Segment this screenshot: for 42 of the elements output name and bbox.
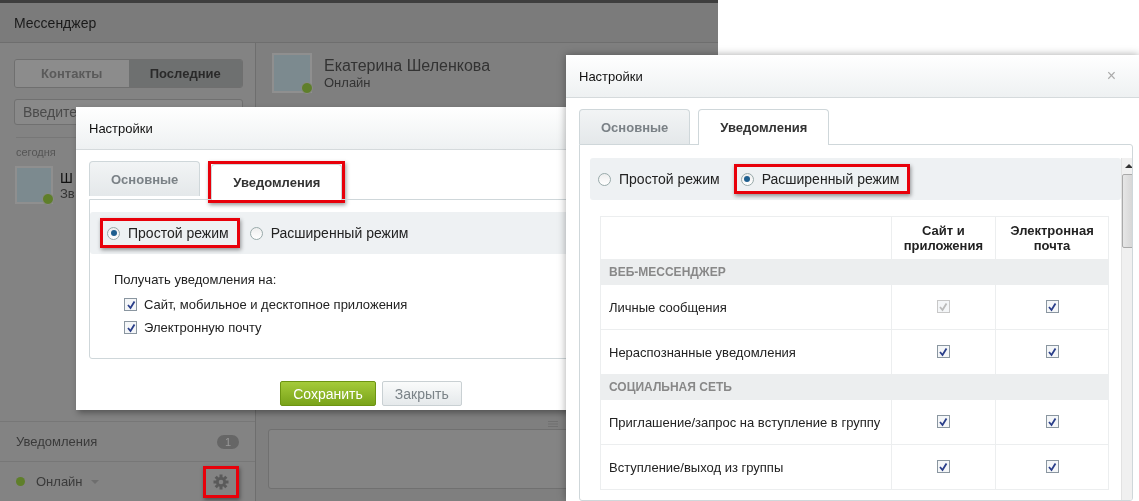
tab[interactable]: Основные (579, 109, 691, 144)
checkbox[interactable] (124, 321, 137, 334)
notifications-link[interactable]: Уведомления (16, 434, 98, 449)
radio-option[interactable]: Простой режим (103, 221, 237, 245)
status-label: Онлайн (324, 74, 372, 90)
checkbox[interactable] (1045, 300, 1059, 313)
radio-option[interactable]: Простой режим (594, 167, 728, 191)
checkbox[interactable] (124, 298, 137, 311)
checkbox[interactable] (1045, 460, 1059, 473)
checkbox[interactable] (1045, 415, 1059, 428)
tab[interactable]: Последние (128, 60, 242, 87)
checkbox-label: Электронную почту (144, 320, 262, 335)
table-cell: Нераспознанные уведомления (600, 329, 892, 375)
checkbox[interactable] (936, 460, 950, 473)
status-dropdown[interactable]: Онлайн (36, 474, 83, 489)
contact-name[interactable]: Ш (60, 169, 75, 186)
checkbox-label: Сайт, мобильное и десктопное приложения (144, 297, 408, 312)
table-cell: Личные сообщения (600, 284, 892, 330)
tab[interactable]: Основные (89, 161, 201, 196)
contact-subtitle: Зв (60, 185, 75, 201)
section-label: Получать уведомления на: (114, 272, 278, 287)
close-button[interactable]: × (1106, 67, 1116, 85)
tab[interactable]: Уведомления (698, 109, 830, 145)
radio-option[interactable]: Расширенный режим (245, 221, 417, 245)
radio-option[interactable]: Расширенный режим (736, 167, 908, 191)
table-cell: Приглашение/запрос на вступление в группу (600, 399, 892, 445)
contact-name: Екатерина Шеленкова (324, 56, 491, 75)
window-title: Мессенджер (0, 3, 718, 43)
close-button[interactable]: Закрыть (381, 381, 462, 406)
section-header: ВЕБ-МЕССЕНДЖЕР (600, 259, 1109, 285)
dialog-title: Настройки (579, 68, 643, 84)
table-cell: Вступление/выход из группы (600, 444, 892, 490)
scrollbar[interactable] (1121, 158, 1132, 500)
checkbox[interactable] (936, 345, 950, 358)
column-header: Электронная почта (995, 216, 1109, 260)
section-header: СОЦИАЛЬНАЯ СЕТЬ (600, 374, 1109, 400)
checkbox[interactable] (936, 415, 950, 428)
tab[interactable]: Уведомления (211, 164, 343, 200)
save-button[interactable]: Сохранить (280, 381, 376, 406)
column-header: Сайт и приложения (891, 216, 996, 260)
checkbox[interactable] (1045, 345, 1059, 358)
dialog-title: Настройки (89, 120, 153, 136)
